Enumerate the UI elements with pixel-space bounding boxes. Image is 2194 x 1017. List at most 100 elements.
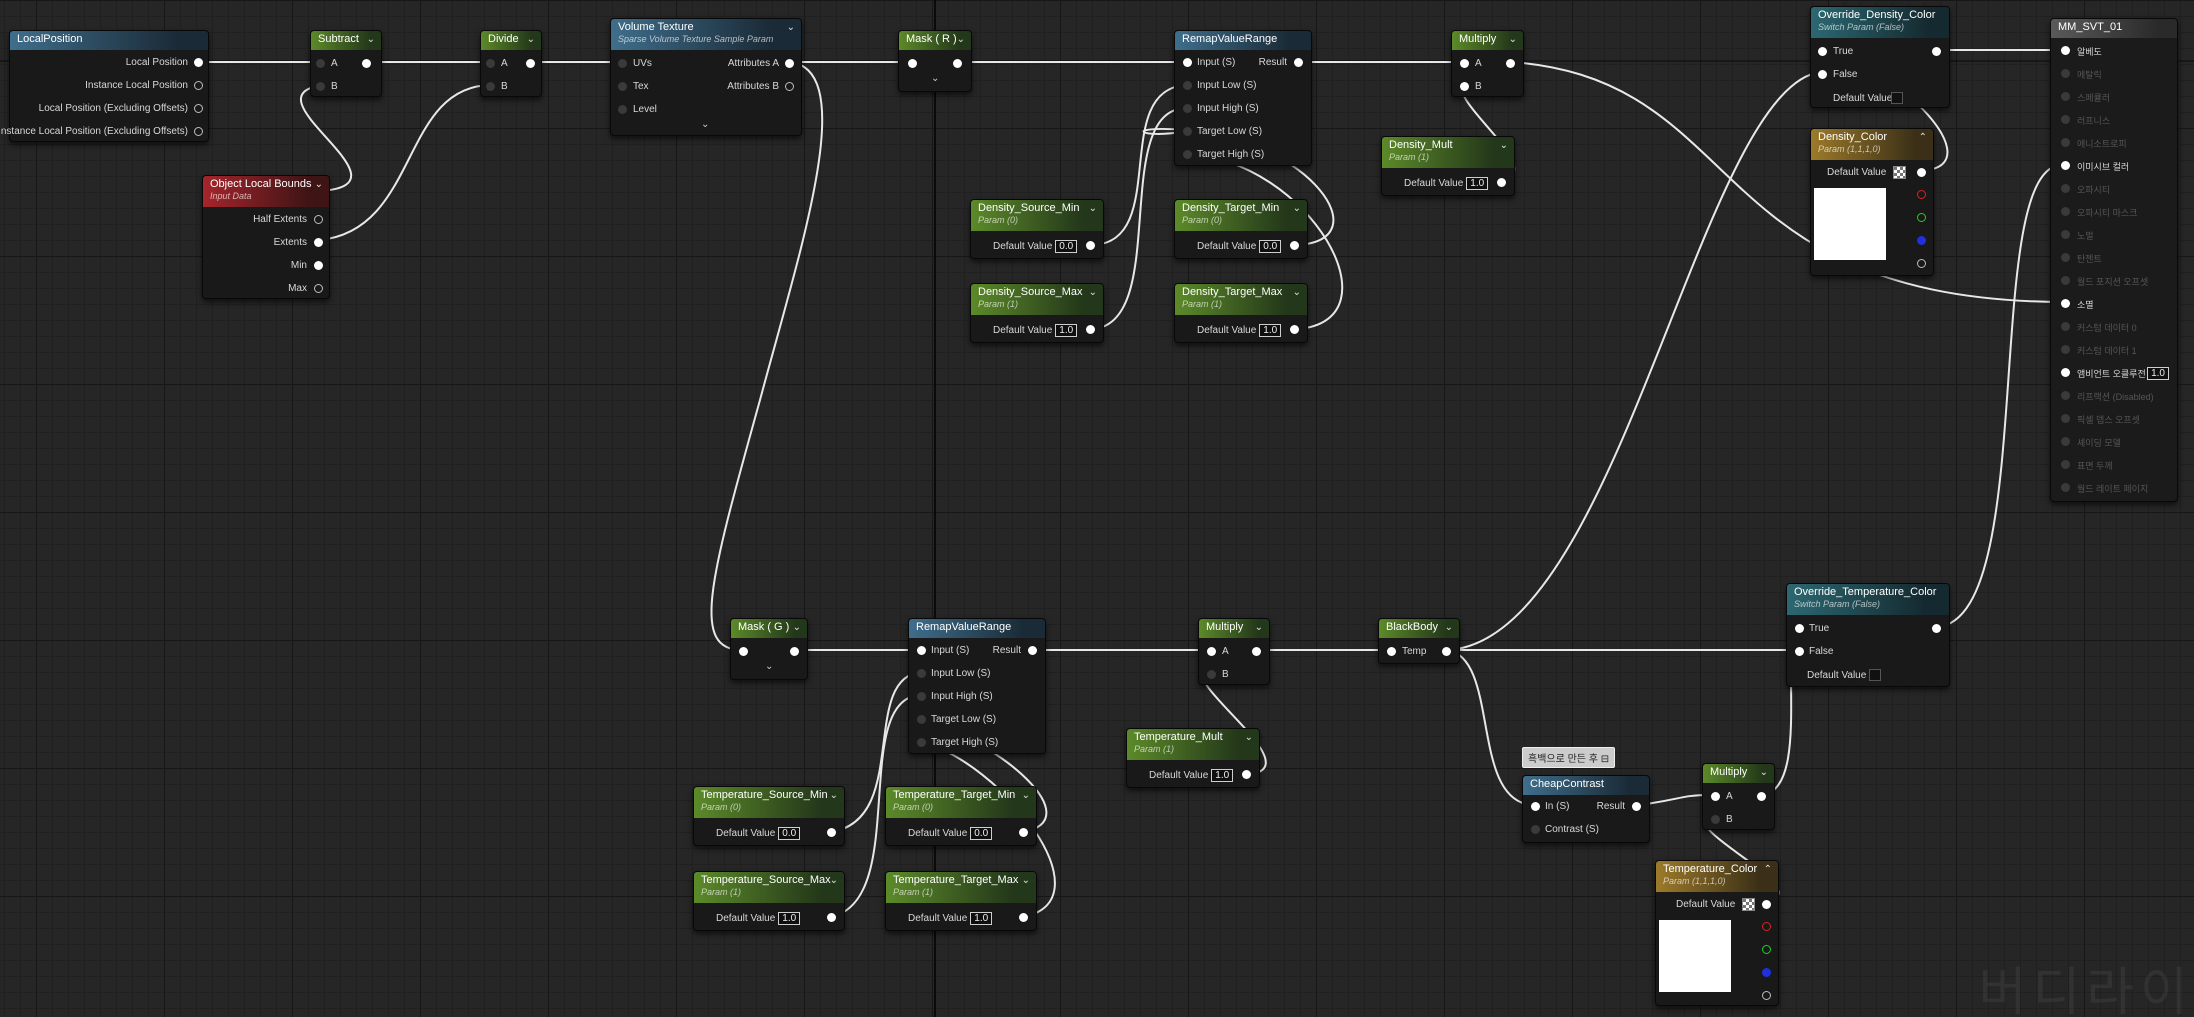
material-input-pin[interactable] xyxy=(2061,483,2070,492)
input-pin-b[interactable] xyxy=(1460,82,1469,91)
input-pin-b[interactable] xyxy=(486,82,495,91)
input-pin[interactable] xyxy=(618,105,627,114)
override-temperature-color-node[interactable]: Override_Temperature_Color Switch Param (… xyxy=(1786,583,1950,687)
output-pin[interactable] xyxy=(194,104,203,113)
chevron-down-icon[interactable]: ⌄ xyxy=(1445,622,1453,633)
output-pin[interactable] xyxy=(953,59,962,68)
output-pin[interactable] xyxy=(1086,325,1095,334)
chevron-down-icon[interactable]: ⌄ xyxy=(787,22,795,33)
blackbody-node[interactable]: BlackBody ⌄ Temp xyxy=(1378,618,1460,664)
override-density-color-node[interactable]: Override_Density_Color Switch Param (Fals… xyxy=(1810,6,1950,108)
temperature-source-min-node[interactable]: Temperature_Source_Min Param (0) ⌄ Default… xyxy=(693,786,845,846)
input-pin-b[interactable] xyxy=(316,82,325,91)
temperature-source-max-node[interactable]: Temperature_Source_Max Param (1) ⌄ Default… xyxy=(693,871,845,931)
comment-close-icon[interactable]: ⊟ xyxy=(1601,754,1609,765)
output-pin[interactable] xyxy=(785,82,794,91)
chevron-down-icon[interactable]: ⌄ xyxy=(1293,203,1301,214)
input-pin-a[interactable] xyxy=(1460,59,1469,68)
input-pin[interactable] xyxy=(917,738,926,747)
multiply-temperature-node[interactable]: Multiply ⌄ A B xyxy=(1198,618,1270,685)
material-input-pin[interactable] xyxy=(2061,92,2070,101)
material-input-pin[interactable] xyxy=(2061,368,2070,377)
output-pin[interactable] xyxy=(314,261,323,270)
material-input-pin[interactable] xyxy=(2061,253,2070,262)
chevron-down-icon[interactable]: ⌄ xyxy=(1022,875,1030,886)
output-pin[interactable] xyxy=(1086,241,1095,250)
remap-value-range-density-node[interactable]: RemapValueRange Input (S) Result Input L… xyxy=(1174,30,1312,166)
default-value-field[interactable]: 0.0 xyxy=(778,827,801,840)
input-pin[interactable] xyxy=(1531,802,1540,811)
chevron-down-icon[interactable]: ⌄ xyxy=(527,34,535,45)
output-pin[interactable] xyxy=(1290,325,1299,334)
input-pin[interactable] xyxy=(917,646,926,655)
default-value-checkbox[interactable] xyxy=(1869,669,1881,681)
output-pin[interactable] xyxy=(194,81,203,90)
multiply-density-node[interactable]: Multiply ⌄ A B xyxy=(1451,30,1524,97)
chevron-down-icon[interactable]: ⌄ xyxy=(315,179,323,190)
input-pin-b[interactable] xyxy=(1711,815,1720,824)
input-pin[interactable] xyxy=(908,59,917,68)
chevron-down-icon[interactable]: ⌄ xyxy=(830,790,838,801)
material-input-pin[interactable] xyxy=(2061,161,2070,170)
local-position-node[interactable]: LocalPosition Local Position Instance Lo… xyxy=(0,30,209,142)
default-value-field[interactable]: 1.0 xyxy=(970,912,993,925)
volume-texture-node[interactable]: Volume Texture Sparse Volume Texture Samp… xyxy=(610,18,802,136)
density-mult-node[interactable]: Density_Mult Param (1) ⌄ Default Value 1.0 xyxy=(1381,136,1515,196)
chevron-down-icon[interactable]: ⌄ xyxy=(1760,767,1768,778)
output-pin-a[interactable] xyxy=(1762,991,1771,1000)
input-pin[interactable] xyxy=(1183,150,1192,159)
input-pin-b[interactable] xyxy=(1207,670,1216,679)
material-input-pin[interactable] xyxy=(2061,184,2070,193)
output-pin[interactable] xyxy=(790,647,799,656)
output-pin[interactable] xyxy=(1497,178,1506,187)
cheap-contrast-node[interactable]: CheapContrast In (S) Result Contrast (S) xyxy=(1522,775,1650,843)
mask-g-node[interactable]: Mask ( G ) ⌄ ⌄ xyxy=(730,618,808,680)
expand-chevron-icon[interactable]: ⌄ xyxy=(701,119,709,130)
output-pin[interactable] xyxy=(1290,241,1299,250)
output-pin[interactable] xyxy=(1757,792,1766,801)
output-pin-rgb[interactable] xyxy=(1762,900,1771,909)
output-pin[interactable] xyxy=(785,59,794,68)
material-input-pin[interactable] xyxy=(2061,322,2070,331)
output-pin[interactable] xyxy=(827,913,836,922)
default-value-field[interactable]: 0.0 xyxy=(970,827,993,840)
output-pin[interactable] xyxy=(314,284,323,293)
default-value-field[interactable]: 1.0 xyxy=(1211,769,1234,782)
input-pin[interactable] xyxy=(618,59,627,68)
multiply-contrast-node[interactable]: Multiply ⌄ A B xyxy=(1702,763,1775,830)
density-source-min-node[interactable]: Density_Source_Min Param (0) ⌄ Default Val… xyxy=(970,199,1104,259)
chevron-down-icon[interactable]: ⌄ xyxy=(1089,287,1097,298)
material-output-node[interactable]: MM_SVT_01 알베도 메탈릭 스페큘러 러프니스 애니소트로피 이미시브 컬러 오파시… xyxy=(2050,18,2178,502)
temperature-mult-node[interactable]: Temperature_Mult Param (1) ⌄ Default Value… xyxy=(1126,728,1260,788)
material-input-pin[interactable] xyxy=(2061,437,2070,446)
output-pin-rgb[interactable] xyxy=(1917,168,1926,177)
chevron-down-icon[interactable]: ⌄ xyxy=(957,34,965,45)
comment-bubble[interactable]: 흑백으로 만든 후 ⊟ xyxy=(1522,747,1616,768)
chevron-down-icon[interactable]: ⌄ xyxy=(793,622,801,633)
output-pin[interactable] xyxy=(1632,802,1641,811)
output-pin[interactable] xyxy=(1442,647,1451,656)
output-pin[interactable] xyxy=(362,59,371,68)
input-pin[interactable] xyxy=(1531,825,1540,834)
material-input-pin[interactable] xyxy=(2061,276,2070,285)
material-input-pin[interactable] xyxy=(2061,345,2070,354)
output-pin[interactable] xyxy=(526,59,535,68)
output-pin-r[interactable] xyxy=(1762,922,1771,931)
output-pin[interactable] xyxy=(827,828,836,837)
subtract-node[interactable]: Subtract ⌄ A B xyxy=(310,30,382,97)
default-value-field[interactable]: 1.0 xyxy=(1466,177,1489,190)
chevron-down-icon[interactable]: ⌄ xyxy=(1255,622,1263,633)
output-pin[interactable] xyxy=(1242,770,1251,779)
color-swatch-small[interactable] xyxy=(1742,898,1755,911)
material-input-value[interactable]: 1.0 xyxy=(2147,367,2169,380)
input-pin-a[interactable] xyxy=(316,59,325,68)
input-pin-a[interactable] xyxy=(486,59,495,68)
output-pin-a[interactable] xyxy=(1917,259,1926,268)
material-input-pin[interactable] xyxy=(2061,115,2070,124)
temperature-color-node[interactable]: Temperature_Color Param (1,1,1,0) ⌃ Defaul… xyxy=(1655,860,1779,1006)
output-pin[interactable] xyxy=(314,238,323,247)
output-pin[interactable] xyxy=(1506,59,1515,68)
divide-node[interactable]: Divide ⌄ A B xyxy=(480,30,542,97)
output-pin-g[interactable] xyxy=(1917,213,1926,222)
mask-r-node[interactable]: Mask ( R ) ⌄ ⌄ xyxy=(898,30,972,92)
